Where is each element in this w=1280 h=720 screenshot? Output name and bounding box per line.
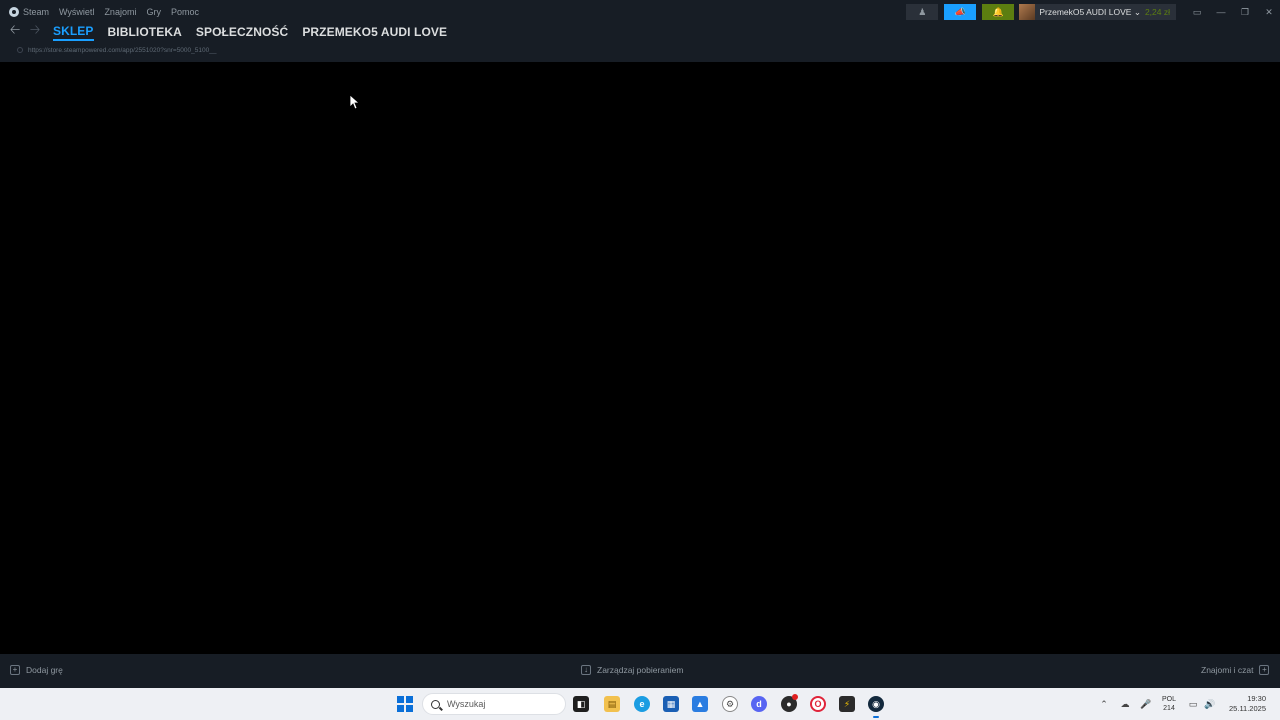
taskbar-search[interactable]: Wyszukaj [422, 693, 566, 715]
network-icon[interactable]: ▭ [1186, 697, 1200, 711]
friends-button[interactable]: ♟ [906, 4, 939, 20]
megaphone-icon: 📣 [954, 6, 966, 17]
avatar [1019, 4, 1036, 20]
forward-arrow-icon[interactable]: 🡢 [26, 22, 44, 41]
people-icon: ♟ [918, 6, 927, 17]
loading-spinner-icon [17, 47, 23, 53]
plus-icon: + [10, 665, 20, 675]
add-game-button[interactable]: + Dodaj grę [10, 665, 63, 675]
menu-view[interactable]: Wyświetl [59, 7, 94, 17]
menu-steam[interactable]: Steam [9, 7, 49, 17]
steam-footer: + Dodaj grę ↓ Zarządzaj pobieraniem Znaj… [0, 654, 1280, 688]
chevron-up-icon[interactable]: ⌃ [1097, 697, 1111, 711]
announcements-button[interactable]: 📣 [944, 4, 977, 20]
steam-header: Steam Wyświetl Znajomi Gry Pomoc 🡠 🡢 SKL… [0, 0, 1280, 62]
wallet-balance: 2,24 zł [1144, 7, 1170, 17]
header-actions: ♟ 📣 🔔 PrzemekO5 AUDI LOVE ⌄ 2,24 zł ▭ — … [900, 4, 1280, 20]
store-app-icon[interactable]: ▦ [663, 696, 679, 712]
discord-icon[interactable]: d [751, 696, 767, 712]
file-explorer-icon[interactable]: ▤ [604, 696, 620, 712]
tab-community[interactable]: SPOŁECZNOŚĆ [196, 25, 288, 39]
downloads-label: Zarządzaj pobieraniem [597, 665, 684, 675]
search-placeholder: Wyszukaj [447, 699, 486, 709]
tab-store[interactable]: SKLEP [53, 24, 94, 41]
friends-chat-label: Znajomi i czat [1201, 665, 1254, 675]
windows-taskbar: Wyszukaj ◧ ▤ e ▦ ▲ ⚙ d ● O ⚡ ◉ ⌃ ☁ 🎤 POL… [0, 688, 1280, 720]
menu-help[interactable]: Pomoc [171, 7, 199, 17]
menu-steam-label: Steam [23, 7, 50, 17]
store-content [0, 62, 1280, 654]
clock-time: 19:30 [1247, 694, 1266, 703]
task-view-icon[interactable]: ◧ [573, 696, 589, 712]
account-name: PrzemekO5 AUDI LOVE [1039, 7, 1132, 17]
settings-gear-icon[interactable]: ⚙ [722, 696, 738, 712]
back-arrow-icon[interactable]: 🡠 [6, 22, 24, 41]
notifications-button[interactable]: 🔔 [982, 4, 1015, 20]
add-game-label: Dodaj grę [26, 665, 63, 675]
tab-profile[interactable]: PRZEMEKO5 AUDI LOVE [302, 25, 447, 39]
chat-icon: + [1259, 665, 1270, 675]
opera-browser-icon[interactable]: O [810, 696, 826, 712]
microphone-icon[interactable]: 🎤 [1139, 697, 1153, 711]
screen: Steam Wyświetl Znajomi Gry Pomoc 🡠 🡢 SKL… [0, 0, 1280, 720]
menu-friends[interactable]: Znajomi [104, 7, 136, 17]
close-button[interactable]: ✕ [1258, 4, 1280, 20]
main-nav: 🡠 🡢 SKLEP BIBLIOTEKA SPOŁECZNOŚĆ PRZEMEK… [0, 22, 447, 42]
language-code: POL [1162, 696, 1177, 703]
friends-chat-button[interactable]: Znajomi i czat + [1201, 665, 1270, 675]
language-layout: 214 [1163, 705, 1175, 712]
steam-taskbar-icon[interactable]: ◉ [868, 696, 884, 718]
big-picture-icon[interactable]: ▭ [1186, 4, 1208, 20]
cloud-icon[interactable]: ☁ [1118, 697, 1132, 711]
downloads-button[interactable]: ↓ Zarządzaj pobieraniem [581, 665, 683, 675]
edge-browser-icon[interactable]: e [634, 696, 650, 712]
restore-button[interactable]: ❐ [1234, 4, 1256, 20]
photos-app-icon[interactable]: ▲ [692, 696, 708, 712]
account-menu-button[interactable]: PrzemekO5 AUDI LOVE ⌄ 2,24 zł [1019, 4, 1176, 20]
app-lightning-icon[interactable]: ⚡ [839, 696, 855, 712]
system-tray: ⌃ ☁ 🎤 POL 214 ▭ 🔊 19:30 25.11.2025 [1097, 688, 1266, 720]
clock[interactable]: 19:30 25.11.2025 [1229, 694, 1266, 714]
menu-games[interactable]: Gry [146, 7, 161, 17]
download-icon: ↓ [581, 665, 591, 675]
tab-library[interactable]: BIBLIOTEKA [108, 25, 182, 39]
bell-icon: 🔔 [992, 6, 1004, 17]
language-indicator[interactable]: POL 214 [1162, 695, 1176, 713]
notification-badge [792, 694, 798, 700]
search-icon [431, 699, 440, 709]
url-bar[interactable]: https://store.steampowered.com/app/25510… [28, 47, 216, 54]
volume-icon[interactable]: 🔊 [1203, 697, 1217, 711]
steam-logo-icon [9, 7, 19, 17]
windows-start-icon[interactable] [397, 696, 413, 712]
chevron-down-icon: ⌄ [1131, 6, 1141, 17]
clock-date: 25.11.2025 [1229, 704, 1266, 713]
minimize-button[interactable]: — [1210, 4, 1232, 20]
